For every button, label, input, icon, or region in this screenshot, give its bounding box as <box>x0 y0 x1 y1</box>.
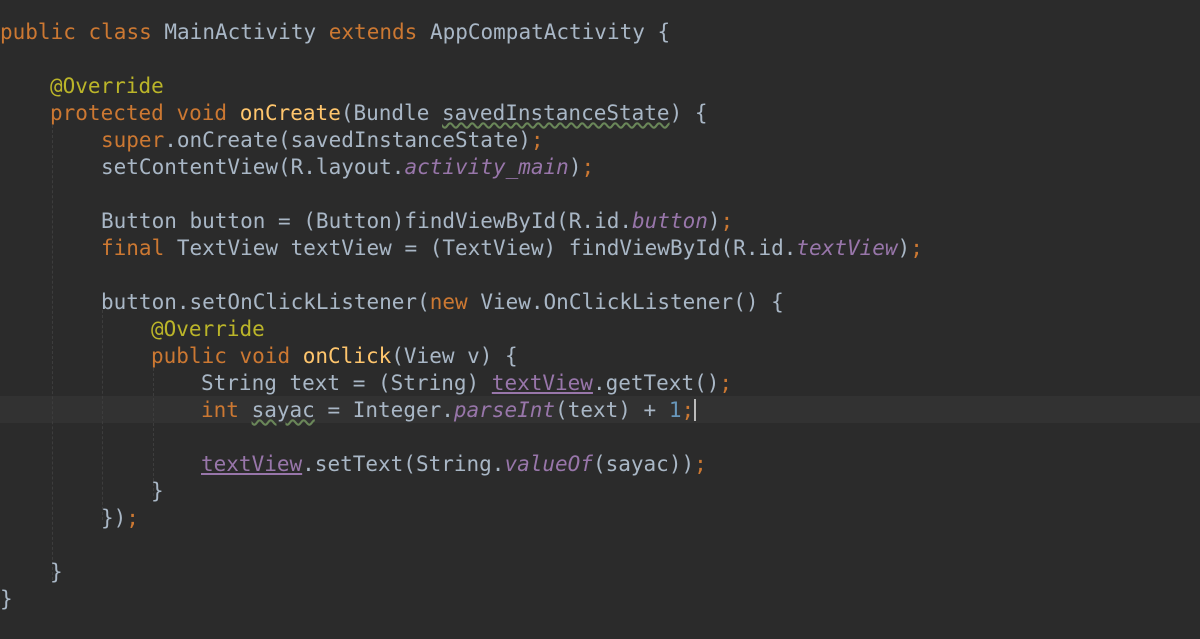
indent-guide <box>102 310 103 520</box>
code-line-9[interactable]: @Override <box>151 316 265 343</box>
code-line-11[interactable]: String text = (String) textView.getText(… <box>201 370 732 397</box>
code-line-16[interactable]: } <box>50 559 63 586</box>
code-line-2[interactable]: @Override <box>50 73 164 100</box>
code-line-12[interactable]: int sayac = Integer.parseInt(text) + 1; <box>201 397 697 424</box>
code-line-13[interactable]: textView.setText(String.valueOf(sayac)); <box>201 451 707 478</box>
code-line-5[interactable]: setContentView(R.layout.activity_main); <box>101 154 594 181</box>
code-line-6[interactable]: Button button = (Button)findViewById(R.i… <box>101 208 733 235</box>
code-line-8[interactable]: button.setOnClickListener(new View.OnCli… <box>101 289 784 316</box>
indent-guide <box>52 125 53 580</box>
indent-guide <box>153 368 154 496</box>
code-line-14[interactable]: } <box>151 478 164 505</box>
code-line-17[interactable]: } <box>0 586 13 613</box>
text-caret <box>694 399 697 421</box>
code-line-15[interactable]: }); <box>101 505 139 532</box>
code-editor[interactable]: public class MainActivity extends AppCom… <box>0 0 1200 639</box>
code-line-10[interactable]: public void onClick(View v) { <box>151 343 518 370</box>
code-line-7[interactable]: final TextView textView = (TextView) fin… <box>101 235 923 262</box>
code-line-3[interactable]: protected void onCreate(Bundle savedInst… <box>50 100 708 127</box>
code-line-1[interactable]: public class MainActivity extends AppCom… <box>0 19 670 46</box>
code-line-4[interactable]: super.onCreate(savedInstanceState); <box>101 127 544 154</box>
